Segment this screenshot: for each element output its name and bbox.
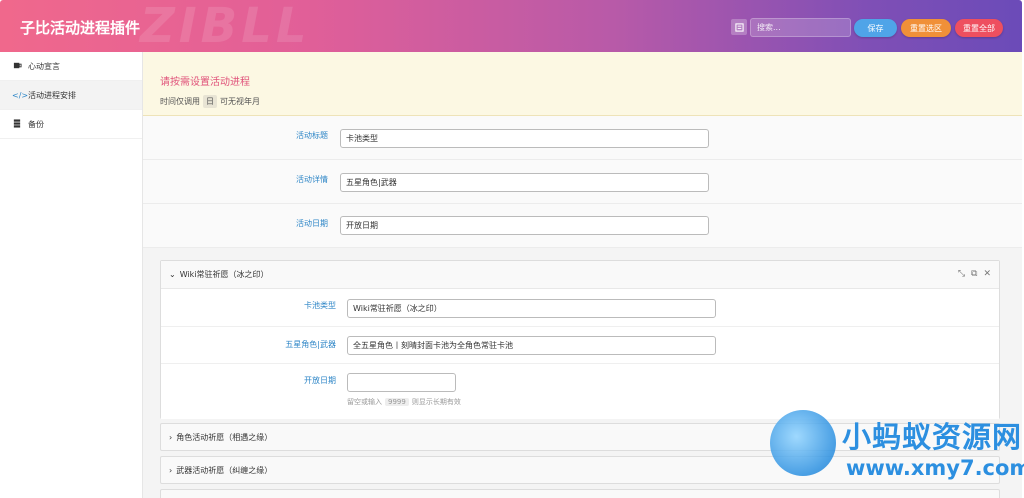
open-date-field[interactable] [347,373,456,392]
notice-box: 请按需设置活动进程 时间仅调用 日 可无视年月 [143,52,1022,116]
main-panel: 请按需设置活动进程 时间仅调用 日 可无视年月 活动标题 活动详情 活动日期 ⌄… [143,52,1022,498]
field-row-date: 活动日期 [143,204,1022,248]
sidebar-item-schedule[interactable]: </> 活动进程安排 [0,81,142,110]
expand-icon[interactable]: ⤡ [958,269,965,279]
field-label: 五星角色|武器 [285,340,336,349]
title-field[interactable] [340,129,709,148]
accordion-title: Wiki常驻祈愿（冰之印） [179,270,269,279]
chevron-right-icon: › [169,432,173,442]
save-button[interactable]: 保存 [854,19,897,37]
database-icon [12,118,22,130]
notice-code: 日 [203,95,217,108]
close-icon[interactable]: ✕ [983,269,991,279]
mug-icon [12,61,22,72]
notice-title: 请按需设置活动进程 [160,77,250,88]
accordion-title: 角色活动祈愿（相遇之缘） [176,432,273,442]
notice-subtitle: 时间仅调用 日 可无视年月 [160,95,260,108]
chevron-down-icon: ⌄ [169,270,176,279]
field-label: 活动日期 [296,219,328,228]
field-label: 活动详情 [296,175,328,184]
sidebar: 心动宣言 </> 活动进程安排 备份 [0,52,143,498]
date-field[interactable] [340,216,709,235]
sidebar-item-backup[interactable]: 备份 [0,110,142,139]
accordion-collapsed[interactable]: › 角色活动祈愿（相遇之缘） [160,423,1000,451]
chevron-right-icon: › [169,465,173,475]
code-icon: </> [12,90,29,100]
date-hint: 留空或输入 9999 则显示长期有效 [347,397,461,407]
accordion-header[interactable]: ⌄ Wiki常驻祈愿（冰之印） [161,261,999,289]
accordion-collapsed[interactable]: › 武器活动祈愿（纠缠之缘） [160,456,1000,484]
detail-field[interactable] [340,173,709,192]
accordion-title: 武器活动祈愿（纠缠之缘） [176,465,273,475]
sidebar-item-declaration[interactable]: 心动宣言 [0,52,142,81]
header-watermark: ZIBLL [140,0,311,52]
pool-type-field[interactable] [347,299,716,318]
reset-all-button[interactable]: 重置全部 [955,19,1003,37]
app-root: ZIBLL 子比活动进程插件 保存 重置选区 重置全部 心动宣言 </> 活动进… [0,0,1024,498]
field-label: 开放日期 [304,376,336,385]
field-row-detail: 活动详情 [143,160,1022,204]
sidebar-item-label: 心动宣言 [28,61,60,71]
accordion-open: ⌄ Wiki常驻祈愿（冰之印） ⤡ ⧉ ✕ 卡池类型 五星角色|武器 开放日期 … [160,260,1000,419]
acc-row-star: 五星角色|武器 [161,327,999,364]
sidebar-item-label: 备份 [28,119,44,129]
notice-sub-before: 时间仅调用 [160,97,200,106]
acc-row-type: 卡池类型 [161,290,999,327]
copy-icon[interactable]: ⧉ [971,269,977,279]
field-row-title: 活动标题 [143,116,1022,160]
acc-row-date: 开放日期 留空或输入 9999 则显示长期有效 [161,364,999,419]
notice-sub-after: 可无视年月 [220,97,260,106]
star-field[interactable] [347,336,716,355]
hint-before: 留空或输入 [347,398,382,406]
accordion-collapsed[interactable] [160,489,1000,498]
hint-after: 则显示长期有效 [411,398,461,406]
reset-section-button[interactable]: 重置选区 [901,19,951,37]
search-icon[interactable] [731,19,747,35]
search-input[interactable] [750,18,851,37]
field-label: 活动标题 [296,131,328,140]
accordion-tools: ⤡ ⧉ ✕ [958,269,991,279]
header-bar: ZIBLL 子比活动进程插件 保存 重置选区 重置全部 [0,0,1022,52]
app-title: 子比活动进程插件 [20,19,141,37]
hint-code: 9999 [385,398,409,406]
sidebar-item-label: 活动进程安排 [28,90,76,100]
field-label: 卡池类型 [304,301,336,310]
